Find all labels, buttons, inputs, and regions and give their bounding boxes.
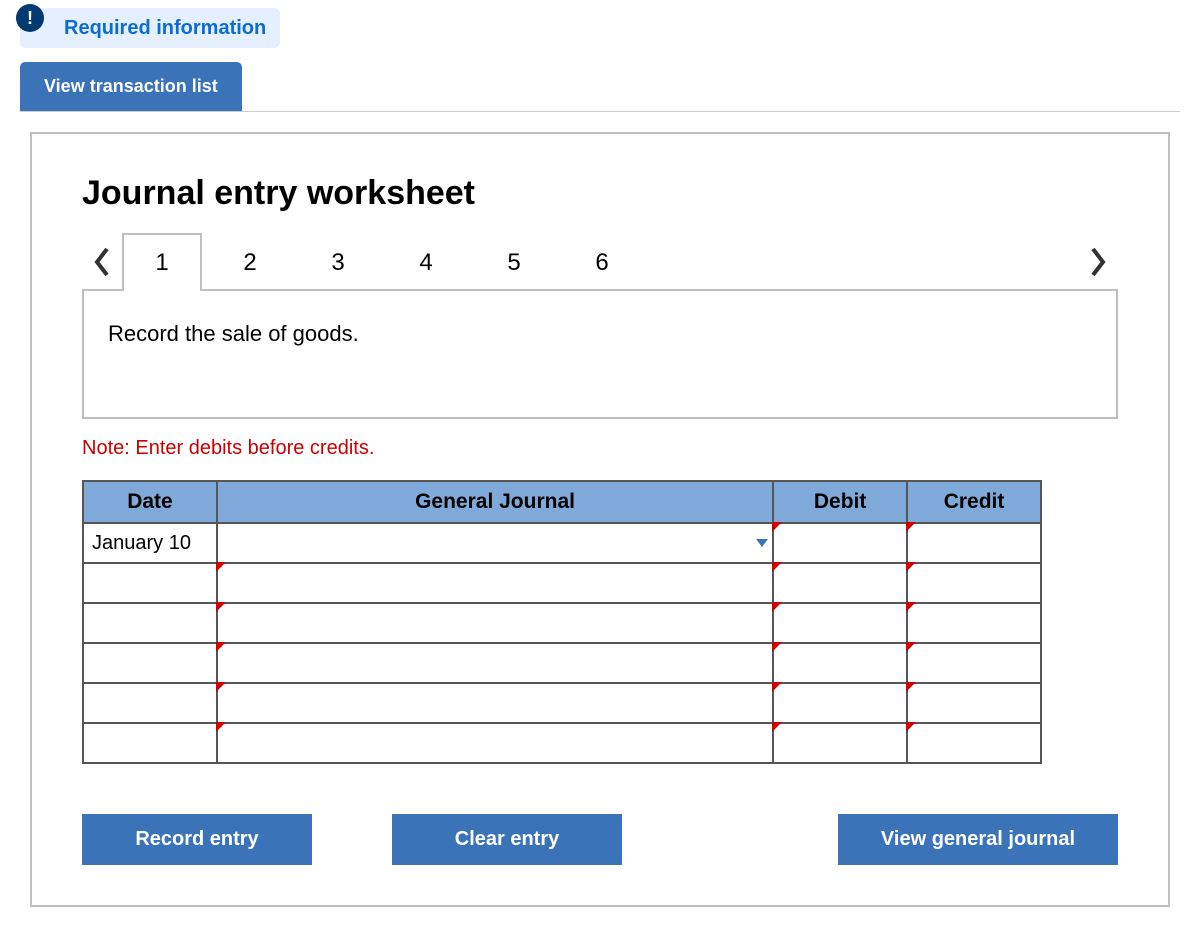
worksheet-tab-6[interactable]: 6 — [562, 233, 642, 291]
cell-marker-icon — [772, 522, 782, 532]
worksheet-title: Journal entry worksheet — [82, 174, 1118, 213]
chevron-left-icon[interactable] — [82, 237, 122, 287]
worksheet-tab-2[interactable]: 2 — [210, 233, 290, 291]
col-header-date: Date — [83, 481, 217, 523]
table-row — [83, 723, 1041, 763]
debit-cell[interactable] — [773, 643, 907, 683]
cell-marker-icon — [216, 562, 226, 572]
info-icon: ! — [16, 4, 44, 32]
cell-marker-icon — [772, 562, 782, 572]
col-header-credit: Credit — [907, 481, 1041, 523]
cell-marker-icon — [906, 522, 916, 532]
date-cell[interactable] — [83, 643, 217, 683]
debit-cell[interactable] — [773, 683, 907, 723]
worksheet-tab-5[interactable]: 5 — [474, 233, 554, 291]
date-cell[interactable] — [83, 723, 217, 763]
cell-marker-icon — [772, 722, 782, 732]
journal-worksheet-panel: Journal entry worksheet 123456 Record th… — [30, 132, 1170, 907]
credit-cell[interactable] — [907, 523, 1041, 563]
debit-cell[interactable] — [773, 563, 907, 603]
general-journal-cell[interactable] — [217, 643, 773, 683]
worksheet-tab-3[interactable]: 3 — [298, 233, 378, 291]
credit-cell[interactable] — [907, 723, 1041, 763]
table-row — [83, 643, 1041, 683]
cell-marker-icon — [216, 722, 226, 732]
cell-marker-icon — [216, 602, 226, 612]
debit-cell[interactable] — [773, 603, 907, 643]
table-row — [83, 603, 1041, 643]
date-cell[interactable]: January 10 — [83, 523, 217, 563]
table-row — [83, 563, 1041, 603]
col-header-general-journal: General Journal — [217, 481, 773, 523]
credit-cell[interactable] — [907, 683, 1041, 723]
clear-entry-button[interactable]: Clear entry — [392, 814, 622, 865]
credit-cell[interactable] — [907, 603, 1041, 643]
cell-marker-icon — [906, 682, 916, 692]
cell-marker-icon — [216, 642, 226, 652]
cell-marker-icon — [906, 722, 916, 732]
date-cell[interactable] — [83, 603, 217, 643]
general-journal-cell[interactable] — [217, 603, 773, 643]
view-transaction-list-tab[interactable]: View transaction list — [20, 62, 242, 111]
cell-marker-icon — [906, 562, 916, 572]
cell-marker-icon — [906, 602, 916, 612]
record-entry-button[interactable]: Record entry — [82, 814, 312, 865]
cell-marker-icon — [216, 682, 226, 692]
general-journal-cell[interactable] — [217, 523, 773, 563]
col-header-debit: Debit — [773, 481, 907, 523]
cell-marker-icon — [906, 642, 916, 652]
credit-cell[interactable] — [907, 563, 1041, 603]
credit-cell[interactable] — [907, 643, 1041, 683]
journal-table: Date General Journal Debit Credit Januar… — [82, 480, 1042, 764]
cell-marker-icon — [772, 682, 782, 692]
worksheet-tab-4[interactable]: 4 — [386, 233, 466, 291]
table-row — [83, 683, 1041, 723]
view-general-journal-button[interactable]: View general journal — [838, 814, 1118, 865]
debit-cell[interactable] — [773, 723, 907, 763]
required-info-label: Required information — [64, 17, 266, 40]
cell-marker-icon — [772, 602, 782, 612]
date-cell[interactable] — [83, 683, 217, 723]
instruction-box: Record the sale of goods. — [82, 289, 1118, 419]
debit-cell[interactable] — [773, 523, 907, 563]
note-text: Note: Enter debits before credits. — [82, 437, 1118, 460]
general-journal-cell[interactable] — [217, 563, 773, 603]
required-info-badge[interactable]: ! Required information — [20, 8, 280, 48]
cell-marker-icon — [772, 642, 782, 652]
instruction-text: Record the sale of goods. — [108, 321, 359, 346]
date-cell[interactable] — [83, 563, 217, 603]
general-journal-cell[interactable] — [217, 683, 773, 723]
table-row: January 10 — [83, 523, 1041, 563]
dropdown-icon[interactable] — [756, 539, 768, 547]
chevron-right-icon[interactable] — [1078, 237, 1118, 287]
worksheet-tab-1[interactable]: 1 — [122, 233, 202, 291]
general-journal-cell[interactable] — [217, 723, 773, 763]
